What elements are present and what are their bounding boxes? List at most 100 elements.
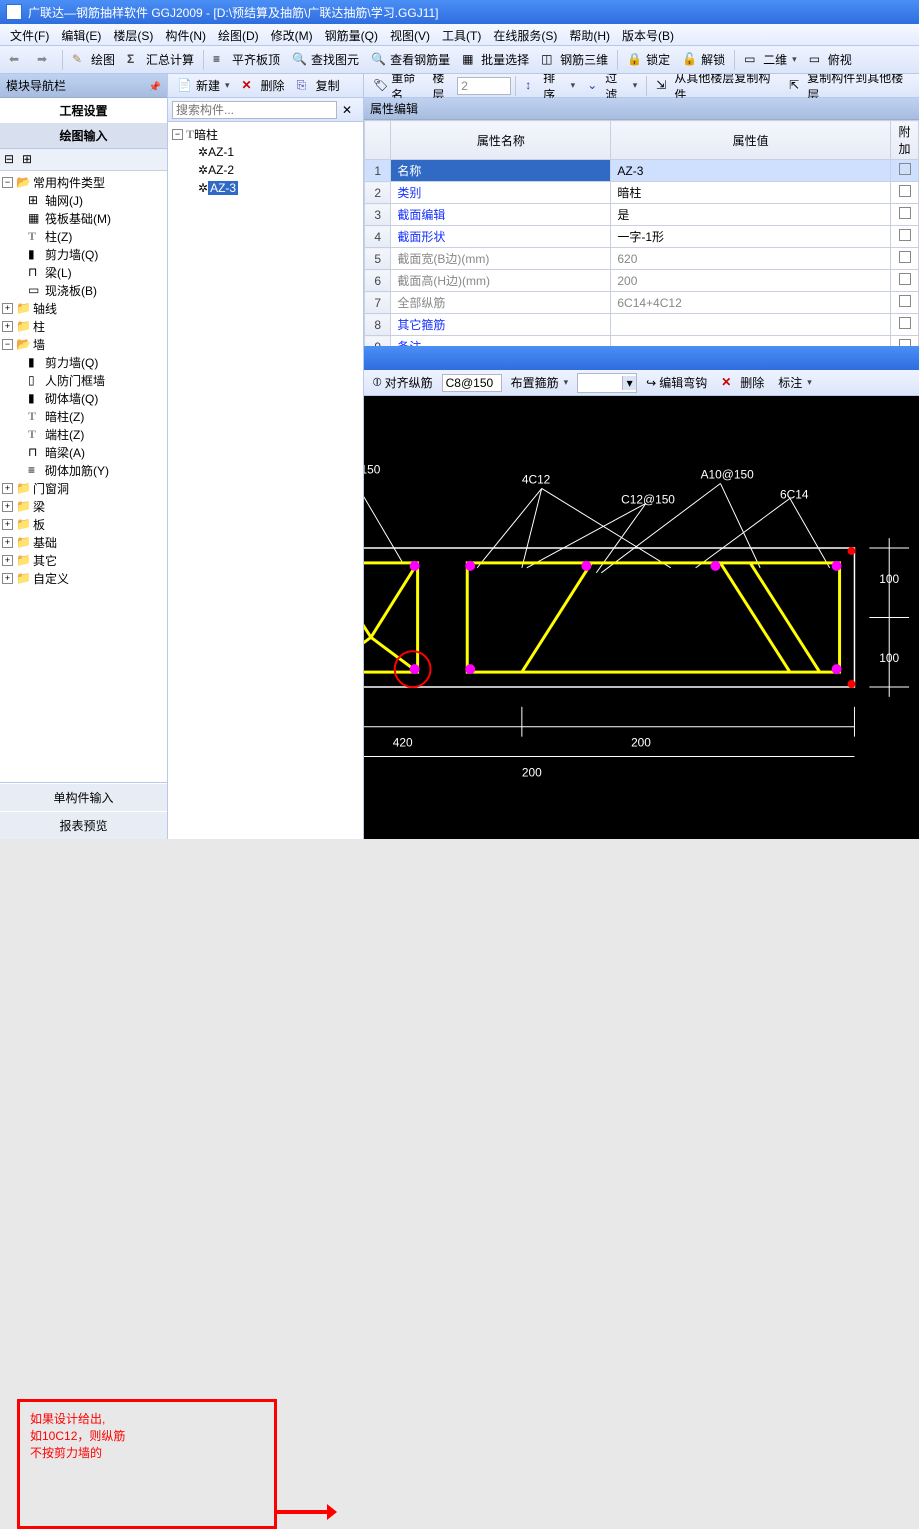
menu-edit[interactable]: 编辑(E) bbox=[55, 24, 107, 45]
tree-item[interactable]: ▦筏板基础(M) bbox=[0, 209, 167, 227]
nav-back-button[interactable] bbox=[4, 49, 30, 71]
editbend-button[interactable]: ↪编辑弯钩 bbox=[641, 372, 712, 394]
unlock-button[interactable]: 解锁 bbox=[677, 49, 730, 71]
menu-file[interactable]: 文件(F) bbox=[4, 24, 55, 45]
nav-fwd-button[interactable] bbox=[32, 49, 58, 71]
cell-name[interactable]: 截面宽(B边)(mm) bbox=[391, 248, 611, 270]
comp-item-selected[interactable]: ✲AZ-3 bbox=[170, 179, 361, 197]
clear-button[interactable]: ✕ bbox=[337, 99, 359, 121]
tree-item[interactable]: ▮剪力墙(Q) bbox=[0, 245, 167, 263]
align-input[interactable] bbox=[442, 374, 502, 392]
lock-button[interactable]: 锁定 bbox=[622, 49, 675, 71]
tree-wall[interactable]: −墙 bbox=[0, 335, 167, 353]
tree-item[interactable]: ▭现浇板(B) bbox=[0, 281, 167, 299]
cell-name[interactable]: 截面编辑 bbox=[391, 204, 611, 226]
copyfrom-button[interactable]: ⇲从其他楼层复制构件 bbox=[651, 75, 782, 97]
cell-name[interactable]: 名称 bbox=[391, 160, 611, 182]
cell-val[interactable] bbox=[611, 314, 891, 336]
tree-item[interactable]: 暗柱(Z) bbox=[0, 407, 167, 425]
cell-flag[interactable] bbox=[891, 248, 919, 270]
tree-found[interactable]: +基础 bbox=[0, 533, 167, 551]
del-button[interactable]: 删除 bbox=[237, 75, 290, 97]
batch-button[interactable]: ▦批量选择 bbox=[457, 49, 534, 71]
tree-item[interactable]: ▯人防门框墙 bbox=[0, 371, 167, 389]
menu-version[interactable]: 版本号(B) bbox=[616, 24, 680, 45]
comp-item[interactable]: ✲AZ-2 bbox=[170, 161, 361, 179]
expand-all-icon[interactable]: ⊟ bbox=[4, 152, 20, 168]
hoop-select[interactable]: ▾ bbox=[577, 373, 637, 393]
tree-item[interactable]: ▮剪力墙(Q) bbox=[0, 353, 167, 371]
menu-component[interactable]: 构件(N) bbox=[159, 24, 212, 45]
align-button[interactable]: ⦶对齐纵筋 bbox=[368, 372, 438, 394]
component-tree[interactable]: −暗柱 ✲AZ-1 ✲AZ-2 ✲AZ-3 bbox=[168, 122, 363, 839]
collapse-all-icon[interactable]: ⊞ bbox=[22, 152, 38, 168]
cell-flag[interactable] bbox=[891, 204, 919, 226]
tree-item[interactable]: ▮砌体墙(Q) bbox=[0, 389, 167, 407]
sort-button[interactable]: 排序 bbox=[520, 75, 580, 97]
note-button[interactable]: 标注 bbox=[773, 372, 817, 394]
tree-beam[interactable]: +梁 bbox=[0, 497, 167, 515]
cell-name[interactable]: 截面高(H边)(mm) bbox=[391, 270, 611, 292]
copyto-button[interactable]: ⇱复制构件到其他楼层 bbox=[784, 75, 915, 97]
new-button[interactable]: 新建 bbox=[172, 75, 235, 97]
cell-flag[interactable] bbox=[891, 160, 919, 182]
comp-root[interactable]: −暗柱 bbox=[170, 125, 361, 143]
cell-val[interactable]: 暗柱 bbox=[611, 182, 891, 204]
copy-button[interactable]: 复制 bbox=[292, 75, 345, 97]
find-button[interactable]: 查找图元 bbox=[287, 49, 364, 71]
2d-button[interactable]: ▭二维 bbox=[739, 49, 802, 71]
menu-draw[interactable]: 绘图(D) bbox=[212, 24, 265, 45]
menu-help[interactable]: 帮助(H) bbox=[563, 24, 616, 45]
filter-button[interactable]: 过滤 bbox=[582, 75, 642, 97]
search-input[interactable] bbox=[172, 101, 337, 119]
level-button[interactable]: ≡平齐板顶 bbox=[208, 49, 285, 71]
tree-door[interactable]: +门窗洞 bbox=[0, 479, 167, 497]
tab-engset[interactable]: 工程设置 bbox=[0, 98, 167, 123]
tab-report[interactable]: 报表预览 bbox=[0, 811, 167, 839]
calc-button[interactable]: 汇总计算 bbox=[122, 49, 199, 71]
cell-val[interactable]: 6C14+4C12 bbox=[611, 292, 891, 314]
section-canvas[interactable]: C8@150 4C12 C12@150 A10@150 6C14 420 200… bbox=[364, 396, 919, 839]
tab-single[interactable]: 单构件输入 bbox=[0, 783, 167, 811]
menu-floor[interactable]: 楼层(S) bbox=[107, 24, 159, 45]
tree-col[interactable]: +柱 bbox=[0, 317, 167, 335]
cell-name[interactable]: 类别 bbox=[391, 182, 611, 204]
cell-flag[interactable] bbox=[891, 226, 919, 248]
tree-custom[interactable]: +自定义 bbox=[0, 569, 167, 587]
cell-flag[interactable] bbox=[891, 292, 919, 314]
find2-button[interactable]: 查看钢筋量 bbox=[366, 49, 455, 71]
tree-item[interactable]: ⊞轴网(J) bbox=[0, 191, 167, 209]
tree-item[interactable]: 柱(Z) bbox=[0, 227, 167, 245]
col-name[interactable]: 属性名称 bbox=[391, 121, 611, 160]
cell-val[interactable]: 620 bbox=[611, 248, 891, 270]
floor-input[interactable] bbox=[457, 77, 511, 95]
menu-rebar[interactable]: 钢筋量(Q) bbox=[319, 24, 384, 45]
cell-flag[interactable] bbox=[891, 270, 919, 292]
tree-item[interactable]: 端柱(Z) bbox=[0, 425, 167, 443]
menu-online[interactable]: 在线服务(S) bbox=[487, 24, 563, 45]
cell-val[interactable]: 200 bbox=[611, 270, 891, 292]
cell-val[interactable]: AZ-3 bbox=[611, 160, 891, 182]
overlook-button[interactable]: ▭俯视 bbox=[804, 49, 857, 71]
rename-button[interactable]: 重命名 bbox=[368, 75, 430, 97]
nav-tree[interactable]: −常用构件类型 ⊞轴网(J) ▦筏板基础(M) 柱(Z) ▮剪力墙(Q) ⊓梁(… bbox=[0, 171, 167, 782]
tree-root[interactable]: −常用构件类型 bbox=[0, 173, 167, 191]
threed-button[interactable]: ◫钢筋三维 bbox=[536, 49, 613, 71]
tab-drawin[interactable]: 绘图输入 bbox=[0, 123, 167, 148]
tree-item[interactable]: ⊓暗梁(A) bbox=[0, 443, 167, 461]
draw-button[interactable]: 绘图 bbox=[67, 49, 120, 71]
menu-tools[interactable]: 工具(T) bbox=[436, 24, 487, 45]
menu-modify[interactable]: 修改(M) bbox=[265, 24, 319, 45]
cell-name[interactable]: 截面形状 bbox=[391, 226, 611, 248]
cell-name[interactable]: 其它箍筋 bbox=[391, 314, 611, 336]
tree-item[interactable]: ≡砌体加筋(Y) bbox=[0, 461, 167, 479]
hoop-button[interactable]: 布置箍筋 bbox=[506, 372, 574, 394]
cell-flag[interactable] bbox=[891, 314, 919, 336]
pin-icon[interactable] bbox=[149, 79, 161, 93]
cell-val[interactable]: 一字-1形 bbox=[611, 226, 891, 248]
tree-other[interactable]: +其它 bbox=[0, 551, 167, 569]
del-button[interactable]: 删除 bbox=[716, 372, 769, 394]
cell-flag[interactable] bbox=[891, 182, 919, 204]
tree-axis[interactable]: +轴线 bbox=[0, 299, 167, 317]
comp-item[interactable]: ✲AZ-1 bbox=[170, 143, 361, 161]
